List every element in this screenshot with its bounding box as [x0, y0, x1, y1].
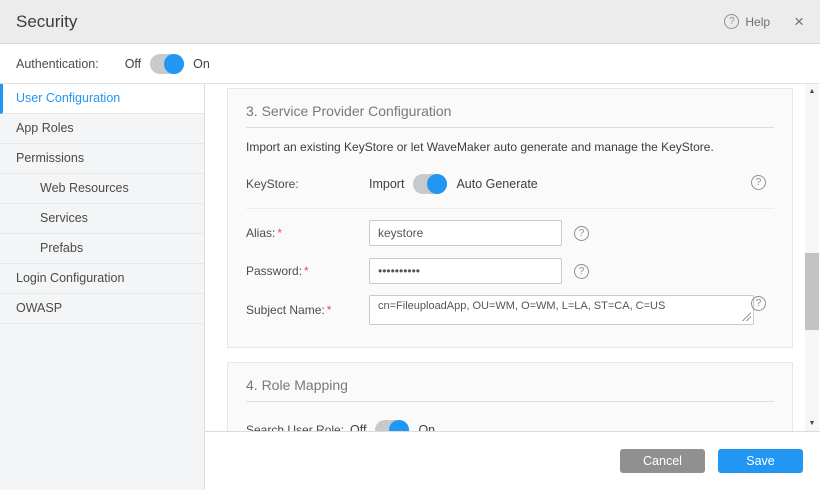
- scrollbar-down-arrow-icon[interactable]: ▼: [805, 420, 819, 427]
- page-title: Security: [16, 12, 724, 32]
- subject-name-help-icon[interactable]: ?: [751, 296, 766, 311]
- search-user-role-toggle[interactable]: [375, 420, 409, 432]
- search-user-role-off-label: Off: [350, 423, 366, 432]
- keystore-label: KeyStore:: [246, 177, 369, 191]
- subject-name-label: Subject Name:*: [246, 303, 369, 317]
- keystore-toggle[interactable]: [413, 174, 447, 194]
- keystore-row: KeyStore: Import Auto Generate ?: [246, 174, 774, 209]
- search-user-role-row: Search User Role: Off On: [246, 420, 774, 432]
- titlebar: Security ? Help ×: [0, 0, 820, 44]
- cancel-button[interactable]: Cancel: [620, 449, 705, 473]
- scrollbar-up-arrow-icon[interactable]: ▲: [805, 88, 819, 95]
- alias-label: Alias:*: [246, 226, 369, 240]
- required-marker: *: [304, 264, 309, 278]
- dialog-body: User Configuration App Roles Permissions…: [0, 84, 820, 490]
- main-content: 3. Service Provider Configuration Import…: [205, 84, 820, 490]
- section-title: 4. Role Mapping: [246, 377, 774, 402]
- section-service-provider-configuration: 3. Service Provider Configuration Import…: [227, 88, 793, 348]
- scroll-viewport: 3. Service Provider Configuration Import…: [205, 84, 820, 432]
- password-input[interactable]: [369, 258, 562, 284]
- sidebar-item-login-configuration[interactable]: Login Configuration: [0, 264, 204, 294]
- password-help-icon[interactable]: ?: [574, 264, 589, 279]
- scrollbar-thumb[interactable]: [805, 253, 819, 330]
- sidebar-item-user-configuration[interactable]: User Configuration: [0, 84, 204, 114]
- keystore-import-label: Import: [369, 177, 404, 191]
- required-marker: *: [327, 303, 332, 317]
- alias-row: Alias:* ?: [246, 220, 774, 246]
- save-button[interactable]: Save: [718, 449, 803, 473]
- alias-help-icon[interactable]: ?: [574, 226, 589, 241]
- authentication-label: Authentication:: [16, 57, 99, 71]
- close-icon[interactable]: ×: [794, 13, 804, 30]
- sidebar-item-web-resources[interactable]: Web Resources: [0, 174, 204, 204]
- resize-handle[interactable]: [742, 312, 751, 321]
- subject-name-row: Subject Name:* cn=FileuploadApp, OU=WM, …: [246, 295, 774, 325]
- sidebar-item-owasp[interactable]: OWASP: [0, 294, 204, 324]
- subject-name-field-wrap: cn=FileuploadApp, OU=WM, O=WM, L=LA, ST=…: [369, 295, 754, 325]
- help-label: Help: [745, 15, 770, 29]
- help-button[interactable]: ? Help: [724, 14, 770, 29]
- sidebar: User Configuration App Roles Permissions…: [0, 84, 205, 490]
- authentication-bar: Authentication: Off On: [0, 44, 820, 84]
- subject-name-textarea[interactable]: cn=FileuploadApp, OU=WM, O=WM, L=LA, ST=…: [369, 295, 754, 325]
- alias-input[interactable]: [369, 220, 562, 246]
- password-row: Password:* ?: [246, 258, 774, 284]
- password-label: Password:*: [246, 264, 369, 278]
- required-marker: *: [277, 226, 282, 240]
- section-role-mapping: 4. Role Mapping Search User Role: Off On: [227, 362, 793, 432]
- sidebar-item-prefabs[interactable]: Prefabs: [0, 234, 204, 264]
- dialog-footer: Cancel Save: [205, 432, 820, 490]
- keystore-help-icon[interactable]: ?: [751, 175, 766, 190]
- sidebar-item-services[interactable]: Services: [0, 204, 204, 234]
- sidebar-item-app-roles[interactable]: App Roles: [0, 114, 204, 144]
- section-title: 3. Service Provider Configuration: [246, 103, 774, 128]
- scrollbar-track[interactable]: ▲ ▼: [805, 84, 819, 431]
- authentication-off-label: Off: [125, 57, 141, 71]
- authentication-toggle[interactable]: [150, 54, 184, 74]
- search-user-role-label: Search User Role:: [246, 423, 350, 432]
- search-user-role-on-label: On: [418, 423, 435, 432]
- sidebar-item-permissions[interactable]: Permissions: [0, 144, 204, 174]
- help-icon: ?: [724, 14, 739, 29]
- keystore-auto-generate-label: Auto Generate: [456, 177, 537, 191]
- authentication-on-label: On: [193, 57, 210, 71]
- security-dialog: Security ? Help × Authentication: Off On…: [0, 0, 820, 490]
- section-description: Import an existing KeyStore or let WaveM…: [246, 140, 774, 154]
